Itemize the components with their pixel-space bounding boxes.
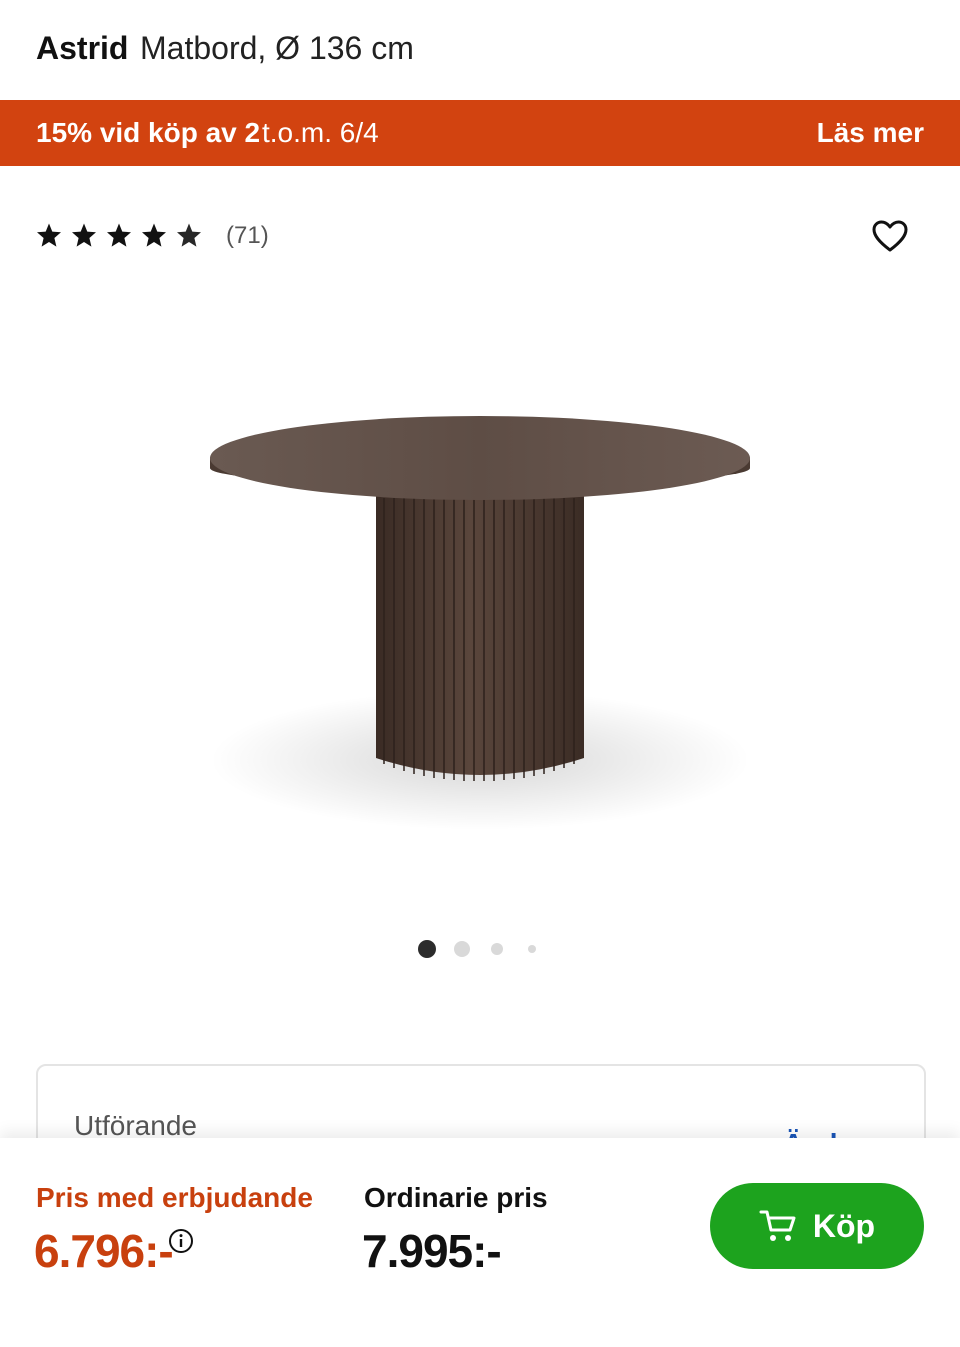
star-icon (72, 223, 96, 247)
star-icon (142, 223, 166, 247)
buy-button[interactable]: Köp (710, 1183, 924, 1269)
heart-icon (872, 220, 908, 252)
cart-icon (759, 1210, 796, 1241)
star-icon (107, 223, 131, 247)
regular-price-label: Ordinarie pris (364, 1182, 548, 1213)
product-header: Astrid Matbord, Ø 136 cm (0, 0, 960, 100)
regular-price: 7.995:- (362, 1225, 502, 1277)
half-star-icon (177, 223, 201, 247)
product-brand: Astrid (36, 30, 129, 66)
gallery-dot[interactable] (454, 941, 470, 957)
promo-banner[interactable]: 15% vid köp av 2 t.o.m. 6/4 Läs mer (0, 100, 960, 166)
rating-stars (37, 223, 201, 247)
star-icon (37, 223, 61, 247)
rating-count: (71) (226, 222, 269, 249)
promo-text: 15% vid köp av 2 (36, 117, 261, 148)
product-rating[interactable]: (71) (36, 218, 269, 254)
buy-button-label: Köp (812, 1207, 876, 1244)
offer-price-label: Pris med erbjudande (36, 1182, 313, 1213)
info-icon[interactable] (168, 1228, 194, 1254)
gallery-dot[interactable] (418, 940, 436, 958)
product-image[interactable] (180, 380, 780, 860)
read-more-link[interactable]: Läs mer (817, 117, 924, 149)
table-illustration (210, 416, 750, 830)
product-subtitle: Matbord, Ø 136 cm (140, 30, 414, 66)
promo-date: t.o.m. 6/4 (262, 117, 379, 148)
gallery-pagination (410, 936, 550, 960)
gallery-dot[interactable] (528, 945, 536, 953)
gallery-dot[interactable] (491, 943, 503, 955)
favorite-button[interactable] (868, 214, 912, 258)
buy-bar: Pris med erbjudande 6.796:- Ordinarie pr… (0, 1138, 960, 1347)
offer-price: 6.796:- (34, 1225, 174, 1277)
